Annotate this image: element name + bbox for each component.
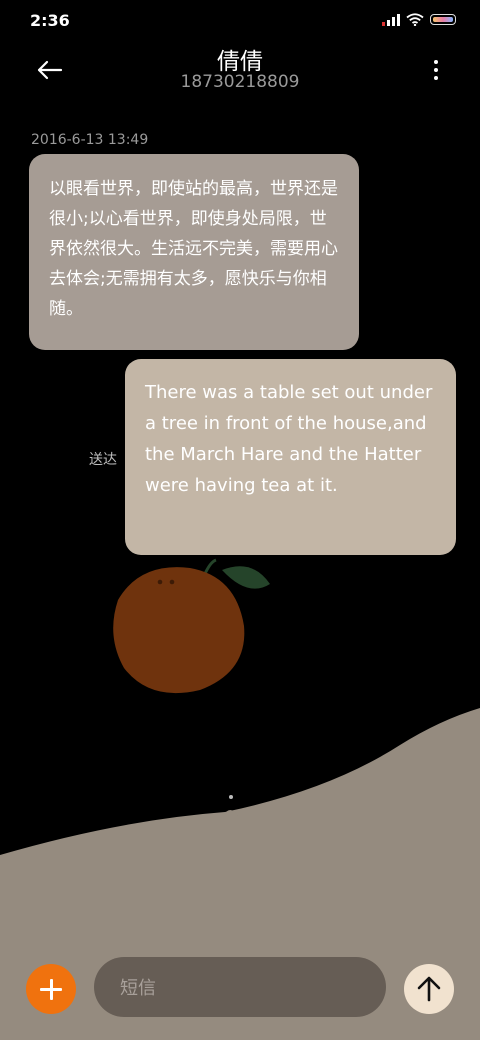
status-time: 2:36 xyxy=(30,11,70,30)
sent-status-label: 送达 xyxy=(89,452,117,468)
sent-message-text: There was a table set out under a tree i… xyxy=(145,382,433,496)
received-message-text: 以眼看世界，即使站的最高，世界还是很小;以心看世界，即使身处局限，世界依然很大。… xyxy=(49,179,338,319)
status-icons xyxy=(382,13,456,26)
leaf-shape xyxy=(222,566,270,589)
message-input[interactable]: 短信 xyxy=(94,957,386,1017)
more-vertical-icon[interactable] xyxy=(430,56,442,84)
orange-dimple xyxy=(157,579,163,585)
plus-icon[interactable] xyxy=(26,964,76,1014)
contact-phone-number: 18730218809 xyxy=(180,72,300,92)
message-input-placeholder: 短信 xyxy=(120,978,156,999)
status-bar: 2:36 xyxy=(0,0,480,42)
orange-dimple xyxy=(169,579,175,585)
received-message-bubble[interactable]: 以眼看世界，即使站的最高，世界还是很小;以心看世界，即使身处局限，世界依然很大。… xyxy=(29,154,359,350)
send-button[interactable] xyxy=(404,964,454,1014)
contact-name: 倩倩 xyxy=(217,49,263,75)
signal-icon xyxy=(382,13,400,26)
message-timestamp: 2016-6-13 13:49 xyxy=(31,132,149,148)
sent-message-bubble[interactable]: There was a table set out under a tree i… xyxy=(125,359,456,555)
orange-shape xyxy=(113,567,245,694)
conversation-header: 倩倩 18730218809 xyxy=(0,40,480,100)
battery-icon xyxy=(430,14,456,25)
wifi-icon xyxy=(406,13,424,26)
ember-dot xyxy=(229,795,233,799)
message-composer: 短信 xyxy=(0,950,480,1030)
arrow-up-icon xyxy=(417,976,441,1002)
